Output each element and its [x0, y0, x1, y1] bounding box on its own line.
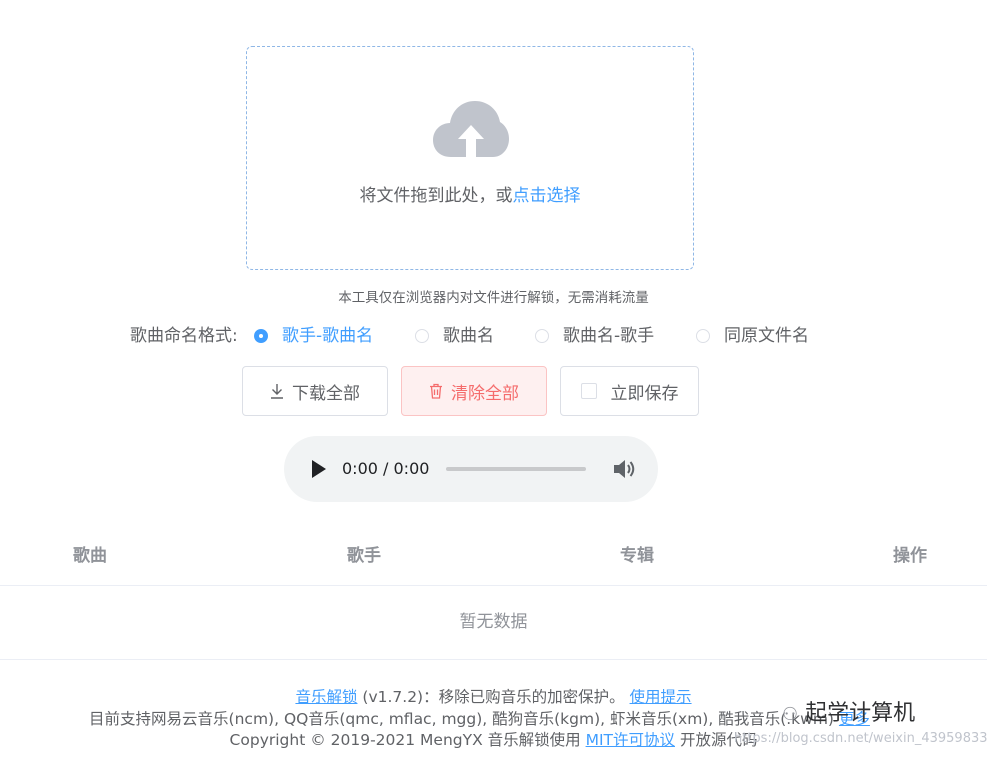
naming-option-title[interactable]: 歌曲名 — [415, 324, 494, 348]
radio-dot — [696, 329, 710, 343]
column-header-song[interactable]: 歌曲 — [40, 544, 140, 568]
column-header-artist[interactable]: 歌手 — [314, 544, 414, 568]
watermark: ⚇ 起学计算机 — [782, 700, 915, 729]
wechat-icon: ⚇ — [782, 704, 799, 725]
footer-support-text: 目前支持网易云音乐(ncm), QQ音乐(qmc, mflac, mgg), 酷… — [89, 710, 834, 728]
upload-hint-text: 将文件拖到此处，或 — [359, 186, 513, 206]
table-header-divider — [0, 585, 987, 586]
play-icon[interactable] — [310, 458, 328, 480]
save-now-label: 立即保存 — [610, 383, 679, 404]
download-all-button[interactable]: 下载全部 — [242, 366, 388, 416]
save-now-toggle[interactable]: 立即保存 — [560, 366, 699, 416]
radio-dot — [415, 329, 429, 343]
upload-cloud-icon — [433, 101, 509, 157]
naming-option-artist-title[interactable]: 歌手-歌曲名 — [254, 324, 373, 348]
naming-format-label: 歌曲命名格式: — [130, 326, 238, 346]
volume-icon[interactable] — [612, 457, 638, 481]
upload-hint: 将文件拖到此处，或点击选择 — [247, 181, 693, 206]
usage-tips-link[interactable]: 使用提示 — [630, 688, 692, 706]
naming-option-label: 歌手-歌曲名 — [282, 326, 374, 346]
radio-dot — [254, 329, 268, 343]
upload-dropzone[interactable]: 将文件拖到此处，或点击选择 — [246, 46, 694, 270]
audio-player: 0:00 / 0:00 — [284, 436, 658, 502]
footer-version-text: (v1.7.2)：移除已购音乐的加密保护。 — [362, 688, 625, 706]
trash-icon — [430, 383, 442, 399]
clear-all-button[interactable]: 清除全部 — [401, 366, 547, 416]
column-header-actions[interactable]: 操作 — [860, 544, 960, 568]
naming-option-original[interactable]: 同原文件名 — [696, 324, 809, 348]
upload-tip: 本工具仅在浏览器内对文件进行解锁，无需消耗流量 — [338, 290, 649, 306]
radio-dot — [535, 329, 549, 343]
column-header-album[interactable]: 专辑 — [587, 544, 687, 568]
seek-slider[interactable] — [446, 467, 586, 471]
download-icon — [271, 384, 283, 399]
naming-option-label: 歌曲名 — [443, 326, 494, 346]
player-time: 0:00 / 0:00 — [342, 459, 430, 478]
table-empty-text: 暂无数据 — [459, 612, 528, 632]
clear-all-label: 清除全部 — [451, 383, 519, 404]
save-now-checkbox[interactable] — [580, 383, 597, 399]
watermark-url: https://blog.csdn.net/weixin_43959833 — [734, 731, 987, 746]
download-all-label: 下载全部 — [292, 383, 360, 404]
naming-option-title-artist[interactable]: 歌曲名-歌手 — [535, 324, 654, 348]
naming-option-label: 同原文件名 — [724, 326, 809, 346]
watermark-title: 起学计算机 — [805, 701, 916, 726]
upload-select-link[interactable]: 点击选择 — [513, 186, 581, 206]
naming-option-label: 歌曲名-歌手 — [563, 326, 655, 346]
footer-copyright: Copyright © 2019-2021 MengYX 音乐解锁使用 — [229, 731, 581, 749]
table-bottom-divider — [0, 659, 987, 660]
mit-license-link[interactable]: MIT许可协议 — [586, 731, 675, 749]
app-name-link[interactable]: 音乐解锁 — [295, 688, 357, 706]
